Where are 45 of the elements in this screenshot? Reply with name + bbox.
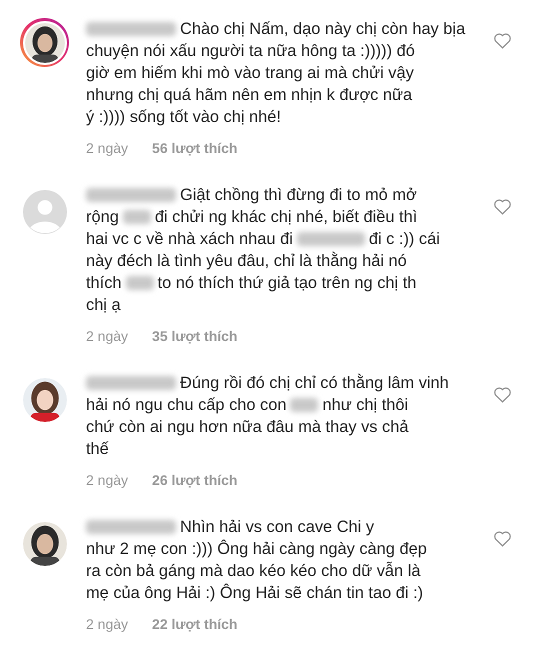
comment-text: mẹ của ông Hải :) Ông Hải sẽ chán tin tao đi :) <box>86 584 424 602</box>
comment-text: thế <box>86 440 109 458</box>
comment-text: ý :)))) sống tốt vào chị nhé! <box>86 108 281 126</box>
comment-time: 2 ngày <box>86 328 128 344</box>
comment-text: đi c :)) cái <box>368 230 440 248</box>
comment-text: như 2 mẹ con :))) Ông hải càng ngày càng đẹp <box>86 540 427 558</box>
like-button[interactable] <box>493 198 512 215</box>
like-count[interactable]: 56 lượt thích <box>152 140 238 156</box>
blurred-redaction <box>296 232 365 246</box>
heart-icon <box>493 198 512 215</box>
like-count[interactable]: 26 lượt thích <box>152 472 238 488</box>
like-count[interactable]: 22 lượt thích <box>152 616 238 632</box>
comment-text: Nhìn hải vs con cave Chi y <box>180 518 374 536</box>
comment-text: chuyện nói xấu người ta nữa hông ta :))))) đó <box>86 42 415 60</box>
comment-time: 2 ngày <box>86 472 128 488</box>
comment-text: chị ạ <box>86 296 121 314</box>
comment-text: Đúng rồi đó chị chỉ có thằng lâm vinh <box>180 374 449 392</box>
comment-text: ra còn bả gáng mà dao kéo kéo cho dữ vẫn là <box>86 562 420 580</box>
comment-text: như chị thôi <box>322 396 408 414</box>
comment-text: giờ em hiếm khi mò vào trang ai mà chửi vậy <box>86 64 414 82</box>
comment-text: hai vc c về nhà xách nhau đi <box>86 230 293 248</box>
heart-icon <box>493 530 512 547</box>
comment-text: này đéch là tình yêu đâu, chỉ là thằng hải nó <box>86 252 407 270</box>
comment-time: 2 ngày <box>86 616 128 632</box>
comment-text: rộng <box>86 208 119 226</box>
avatar[interactable] <box>20 18 69 67</box>
like-count[interactable]: 35 lượt thích <box>152 328 238 344</box>
like-button[interactable] <box>493 32 512 49</box>
comment-text: thích <box>86 274 122 292</box>
like-button[interactable] <box>493 386 512 403</box>
comment-time: 2 ngày <box>86 140 128 156</box>
default-avatar-icon <box>22 190 66 234</box>
heart-icon <box>493 386 512 403</box>
like-button[interactable] <box>493 530 512 547</box>
heart-icon <box>493 32 512 49</box>
comment-text: to nó thích thứ giả tạo trên ng chị th <box>158 274 416 292</box>
blurred-redaction <box>290 398 318 412</box>
comment-text: hải nó ngu chu cấp cho con <box>86 396 286 414</box>
comment-text: đi chửi ng khác chị nhé, biết điều thì <box>154 208 418 226</box>
blurred-redaction <box>126 276 154 290</box>
comment-text: Chào chị Nấm, dạo này chị còn hay bịa <box>180 20 466 38</box>
comment-text: nhưng chị quá hãm nên em nhịn k được nữa <box>86 86 412 104</box>
blurred-redaction <box>122 210 151 224</box>
comment-text: chứ còn ai ngu hơn nữa đâu mà thay vs chả <box>86 418 408 436</box>
comment-text: Giật chồng thì đừng đi to mỏ mở <box>180 186 417 204</box>
